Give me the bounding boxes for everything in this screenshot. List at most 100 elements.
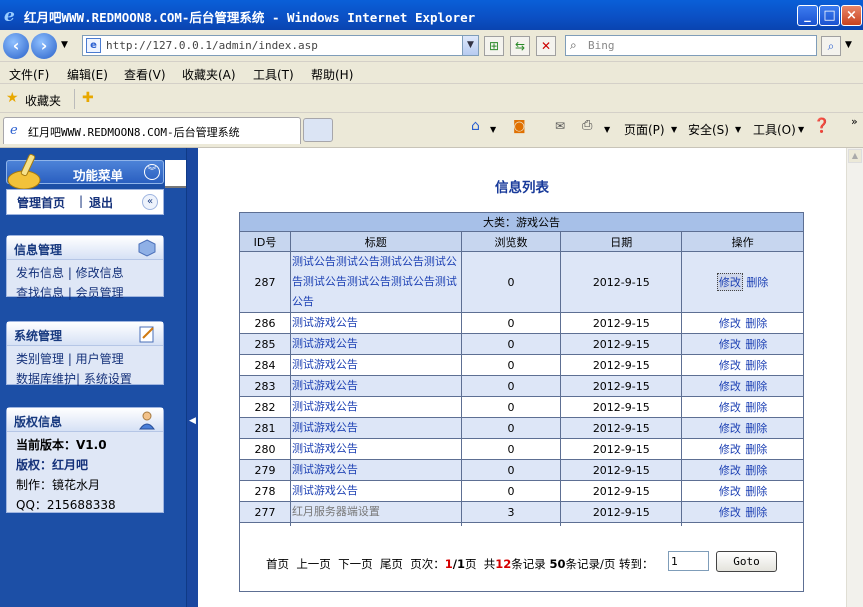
collapse-menu-icon[interactable]: ︾ <box>144 164 160 180</box>
toggle-left-icon[interactable]: ◀ <box>189 416 196 426</box>
edit-link[interactable]: 修改 <box>718 336 742 352</box>
info-management-row-2[interactable]: 查找信息 | 会员管理 <box>16 283 163 303</box>
minimize-button[interactable]: _ <box>797 5 818 26</box>
row-title-link[interactable]: 测试游戏公告 <box>289 438 462 460</box>
delete-link[interactable]: 删除 <box>745 506 767 519</box>
edit-link[interactable]: 修改 <box>718 420 742 436</box>
home-dropdown-icon[interactable]: ▼ <box>490 125 496 134</box>
edit-link[interactable]: 修改 <box>718 504 742 520</box>
search-button[interactable]: ⌕ <box>821 36 841 56</box>
maximize-button[interactable]: □ <box>819 5 840 26</box>
menu-tools[interactable]: 工具(T) <box>253 66 294 83</box>
prev-page-link[interactable]: 上一页 <box>296 557 331 571</box>
new-tab-button[interactable] <box>303 118 333 142</box>
next-page-link[interactable]: 下一页 <box>338 557 373 571</box>
print-icon[interactable]: ⎙ <box>582 118 592 133</box>
home-icon[interactable]: ⌂ <box>471 118 480 134</box>
row-title-link[interactable]: 测试游戏公告 <box>289 354 462 376</box>
system-management-row-1[interactable]: 类别管理 | 用户管理 <box>16 349 163 369</box>
table-row: 283 测试游戏公告 0 2012-9-15 修改 删除 <box>239 375 804 397</box>
goto-page-input[interactable] <box>668 551 709 571</box>
row-title-link[interactable]: 测试游戏公告 <box>289 396 462 418</box>
row-views: 0 <box>460 459 562 481</box>
row-views: 0 <box>460 375 562 397</box>
address-bar[interactable]: e http://127.0.0.1/admin/index.asp ▼ <box>82 35 479 56</box>
row-title-link[interactable]: 测试游戏公告 <box>289 417 462 439</box>
safety-dropdown-icon[interactable]: ▼ <box>735 125 741 134</box>
delete-link[interactable]: 删除 <box>745 485 767 498</box>
menu-favorites[interactable]: 收藏夹(A) <box>182 66 236 83</box>
row-title-link[interactable]: 测试游戏公告 <box>289 333 462 355</box>
delete-link[interactable]: 删除 <box>745 317 767 330</box>
delete-link[interactable]: 删除 <box>745 443 767 456</box>
search-input[interactable]: Bing <box>588 39 615 52</box>
row-title-link[interactable]: 测试公告测试公告测试公告测试公告测试公告测试公告测试公告测试公告 <box>289 251 462 313</box>
browser-tab[interactable]: e 红月吧WWW.REDMOON8.COM-后台管理系统 <box>3 117 301 144</box>
edit-link[interactable]: 修改 <box>718 399 742 415</box>
page-dropdown-icon[interactable]: ▼ <box>671 125 677 134</box>
admin-home-link[interactable]: 管理首页 <box>17 194 65 211</box>
tools-dropdown-icon[interactable]: ▼ <box>798 125 804 134</box>
row-title-link[interactable]: 测试游戏公告 <box>289 480 462 502</box>
back-button[interactable]: ‹ <box>3 33 29 59</box>
goto-button[interactable]: Goto <box>716 551 777 572</box>
search-options-icon[interactable]: ▼ <box>845 40 852 50</box>
delete-link[interactable]: 删除 <box>745 464 767 477</box>
add-favorite-icon[interactable]: ✚ <box>82 90 94 106</box>
menu-view[interactable]: 查看(V) <box>124 66 166 83</box>
info-management-row-1[interactable]: 发布信息 | 修改信息 <box>16 263 163 283</box>
print-dropdown-icon[interactable]: ▼ <box>604 125 610 134</box>
row-title-link[interactable]: 测试游戏公告 <box>289 312 462 334</box>
vertical-scrollbar[interactable]: ▲ <box>846 148 863 607</box>
forward-button[interactable]: › <box>31 33 57 59</box>
first-page-link[interactable]: 首页 <box>266 557 289 571</box>
edit-link[interactable]: 修改 <box>718 378 742 394</box>
address-url[interactable]: http://127.0.0.1/admin/index.asp <box>106 39 318 52</box>
help-icon[interactable]: ❓ <box>813 118 830 134</box>
delete-link[interactable]: 删除 <box>745 338 767 351</box>
last-page-link[interactable]: 尾页 <box>380 557 403 571</box>
scroll-up-icon[interactable]: ▲ <box>848 149 862 163</box>
search-box[interactable]: ⌕ Bing <box>565 35 817 56</box>
delete-link[interactable]: 删除 <box>745 422 767 435</box>
goto-label: 转到： <box>619 557 654 571</box>
feeds-icon[interactable]: ◙ <box>513 119 526 134</box>
edit-link[interactable]: 修改 <box>718 483 742 499</box>
page-menu[interactable]: 页面(P) <box>624 121 665 138</box>
edit-link[interactable]: 修改 <box>718 462 742 478</box>
compatibility-icon[interactable]: ⊞ <box>484 36 504 56</box>
collapse-left-icon[interactable]: « <box>142 194 158 210</box>
favorites-button[interactable]: 收藏夹 <box>25 92 61 109</box>
stop-icon[interactable]: ✕ <box>536 36 556 56</box>
row-actions: 修改 删除 <box>681 396 804 418</box>
row-title-link[interactable]: 测试游戏公告 <box>289 375 462 397</box>
system-management-row-2[interactable]: 数据库维护| 系统设置 <box>16 369 163 389</box>
edit-link[interactable]: 修改 <box>716 273 743 291</box>
top-links-panel: 管理首页 | 退出 « <box>6 189 164 215</box>
delete-link[interactable]: 删除 <box>745 380 767 393</box>
close-button[interactable]: × <box>841 5 862 26</box>
delete-link[interactable]: 删除 <box>745 401 767 414</box>
menu-file[interactable]: 文件(F) <box>9 66 49 83</box>
edit-link[interactable]: 修改 <box>718 441 742 457</box>
sidebar-toggle-bar[interactable]: ◀ <box>186 148 198 607</box>
col-id: ID号 <box>239 231 291 252</box>
system-management-panel: 系统管理 类别管理 | 用户管理 数据库维护| 系统设置 <box>6 321 164 386</box>
mail-icon[interactable]: ✉ <box>555 119 565 133</box>
menu-edit[interactable]: 编辑(E) <box>67 66 108 83</box>
history-dropdown-icon[interactable]: ▼ <box>61 40 68 50</box>
safety-menu[interactable]: 安全(S) <box>688 121 729 138</box>
delete-link[interactable]: 删除 <box>745 359 767 372</box>
refresh-icon[interactable]: ⇆ <box>510 36 530 56</box>
address-dropdown-icon[interactable]: ▼ <box>462 36 478 55</box>
menu-help[interactable]: 帮助(H) <box>311 66 353 83</box>
sidebar: 功能菜单 ︾ 管理首页 | 退出 « 信息管理 发布信息 | 修改信息 查找信息… <box>0 148 291 607</box>
logout-link[interactable]: 退出 <box>89 194 113 211</box>
edit-link[interactable]: 修改 <box>718 357 742 373</box>
tools-menu[interactable]: 工具(O) <box>753 121 796 138</box>
edit-link[interactable]: 修改 <box>718 315 742 331</box>
delete-link[interactable]: 删除 <box>746 276 768 289</box>
row-title-link[interactable]: 红月服务器端设置 <box>289 501 462 523</box>
row-title-link[interactable]: 测试游戏公告 <box>289 459 462 481</box>
more-chevron-icon[interactable]: » <box>851 115 858 128</box>
